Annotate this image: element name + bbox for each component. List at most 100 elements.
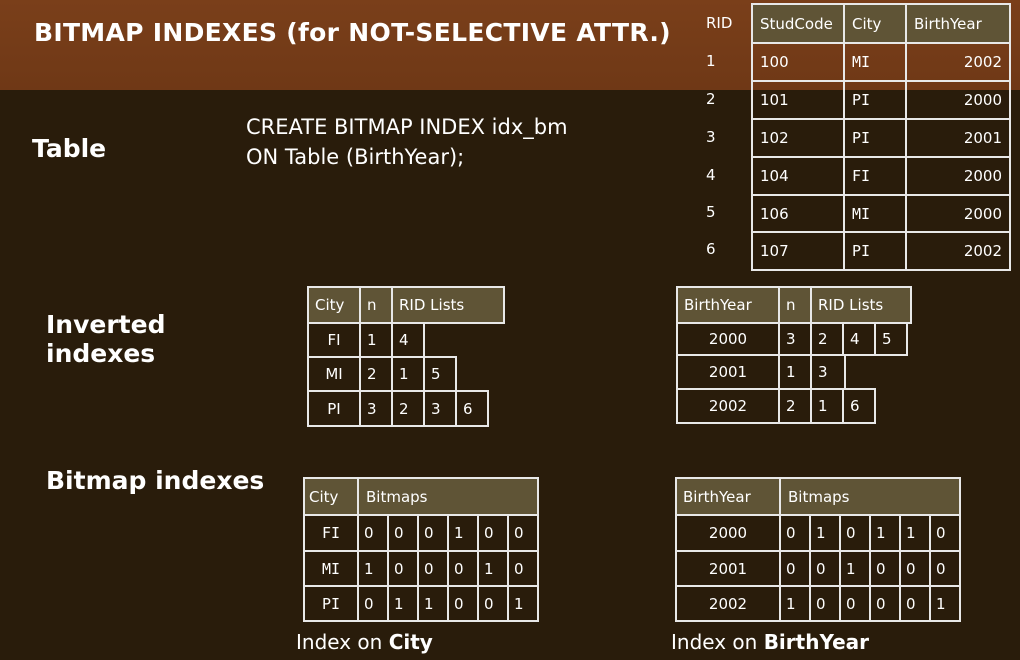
bit-cell: 1 <box>869 514 901 552</box>
bit-cell: 0 <box>869 585 901 622</box>
bit-cell: 1 <box>809 514 841 552</box>
table-row: FI 0 0 0 1 0 0 <box>303 514 539 552</box>
bit-cell: 0 <box>809 550 841 587</box>
rid-header: RID <box>706 14 733 32</box>
rid-list-cell: 4 <box>391 322 425 358</box>
key-cell: MI <box>303 550 359 587</box>
year-cell: 2000 <box>905 194 1011 233</box>
studcode-cell: 107 <box>751 231 845 271</box>
bit-cell: 0 <box>929 514 961 552</box>
key-cell: 2000 <box>675 514 781 552</box>
table-row: 2002 1 0 0 0 0 1 <box>675 585 961 622</box>
count-cell: 1 <box>778 354 812 390</box>
table-row: 2001 0 0 1 0 0 0 <box>675 550 961 587</box>
bit-cell: 1 <box>357 550 389 587</box>
rid-list-cell: 1 <box>810 388 844 424</box>
key-cell: MI <box>307 356 361 392</box>
table-header-row: StudCode City BirthYear <box>751 3 1011 44</box>
bit-cell: 1 <box>477 550 509 587</box>
header-cell: City <box>303 477 359 516</box>
rid-list-cell: 2 <box>810 322 844 356</box>
table-label: Table <box>32 134 107 163</box>
bit-cell: 0 <box>417 550 449 587</box>
key-cell: 2001 <box>675 550 781 587</box>
table-header-row: BirthYear Bitmaps <box>675 477 961 516</box>
bit-cell: 0 <box>477 514 509 552</box>
bit-cell: 0 <box>447 550 479 587</box>
bit-cell: 0 <box>779 514 811 552</box>
key-cell: 2000 <box>676 322 780 356</box>
rid-cell: 2 <box>706 90 716 108</box>
table-row: PI 0 1 1 0 0 1 <box>303 585 539 622</box>
year-cell: 2002 <box>905 42 1011 82</box>
rid-cell: 3 <box>706 128 716 146</box>
key-cell: PI <box>303 585 359 622</box>
bit-cell: 0 <box>779 550 811 587</box>
bit-cell: 0 <box>839 514 871 552</box>
year-cell: 2001 <box>905 118 1011 158</box>
rid-list-cell: 5 <box>874 322 908 356</box>
rid-list-cell: 6 <box>842 388 876 424</box>
bit-cell: 1 <box>447 514 479 552</box>
table-row: 107 PI 2002 <box>751 231 1011 271</box>
bit-cell: 1 <box>839 550 871 587</box>
key-cell: 2002 <box>675 585 781 622</box>
header-cell: RID Lists <box>391 286 505 324</box>
count-cell: 3 <box>778 322 812 356</box>
city-cell: PI <box>843 80 907 120</box>
student-table: StudCode City BirthYear 100 MI 2002 101 … <box>751 3 1011 271</box>
header-cell: Bitmaps <box>357 477 539 516</box>
rid-cell: 4 <box>706 166 716 184</box>
bit-cell: 0 <box>929 550 961 587</box>
studcode-cell: 100 <box>751 42 845 82</box>
bit-cell: 1 <box>507 585 539 622</box>
bit-cell: 0 <box>899 585 931 622</box>
bit-cell: 0 <box>387 550 419 587</box>
bitmap-index-birthyear: BirthYear Bitmaps 2000 0 1 0 1 1 0 2001 … <box>675 477 961 622</box>
bit-cell: 0 <box>477 585 509 622</box>
bit-cell: 0 <box>447 585 479 622</box>
sql-statement: CREATE BITMAP INDEX idx_bm ON Table (Bir… <box>246 115 568 169</box>
header-cell: BirthYear <box>675 477 781 516</box>
header-cell: Bitmaps <box>779 477 961 516</box>
bitmap-index-city: City Bitmaps FI 0 0 0 1 0 0 MI 1 0 0 0 1… <box>303 477 539 622</box>
rid-list-cell: 6 <box>455 390 489 427</box>
bit-cell: 1 <box>417 585 449 622</box>
bit-cell: 1 <box>387 585 419 622</box>
table-row: 102 PI 2001 <box>751 118 1011 158</box>
header-cell: BirthYear <box>676 286 780 324</box>
table-row: 104 FI 2000 <box>751 156 1011 196</box>
caption-attribute: BirthYear <box>763 630 870 654</box>
bit-cell: 1 <box>929 585 961 622</box>
rid-list-cell: 3 <box>810 354 846 390</box>
city-cell: PI <box>843 231 907 271</box>
city-cell: MI <box>843 42 907 82</box>
header-cell: n <box>359 286 393 324</box>
header-birthyear: BirthYear <box>905 3 1011 44</box>
bit-cell: 1 <box>899 514 931 552</box>
bit-cell: 0 <box>357 585 389 622</box>
year-cell: 2000 <box>905 80 1011 120</box>
bit-cell: 0 <box>417 514 449 552</box>
city-cell: MI <box>843 194 907 233</box>
key-cell: 2002 <box>676 388 780 424</box>
inverted-indexes-label: Inverted indexes <box>46 310 166 368</box>
header-cell: n <box>778 286 812 324</box>
rid-list-cell: 2 <box>391 390 425 427</box>
table-row: 106 MI 2000 <box>751 194 1011 233</box>
caption-prefix: Index on <box>296 630 389 654</box>
table-header-row: City Bitmaps <box>303 477 539 516</box>
caption-attribute: City <box>388 630 433 654</box>
header-cell: RID Lists <box>810 286 912 324</box>
studcode-cell: 102 <box>751 118 845 158</box>
bit-cell: 0 <box>507 550 539 587</box>
rid-column: RID 1 2 3 4 5 6 <box>700 4 740 270</box>
studcode-cell: 104 <box>751 156 845 196</box>
count-cell: 2 <box>359 356 393 392</box>
bit-cell: 0 <box>899 550 931 587</box>
table-row: MI 1 0 0 0 1 0 <box>303 550 539 587</box>
count-cell: 3 <box>359 390 393 427</box>
bitmap-indexes-label: Bitmap indexes <box>46 466 265 495</box>
key-cell: FI <box>307 322 361 358</box>
table-row: 100 MI 2002 <box>751 42 1011 82</box>
